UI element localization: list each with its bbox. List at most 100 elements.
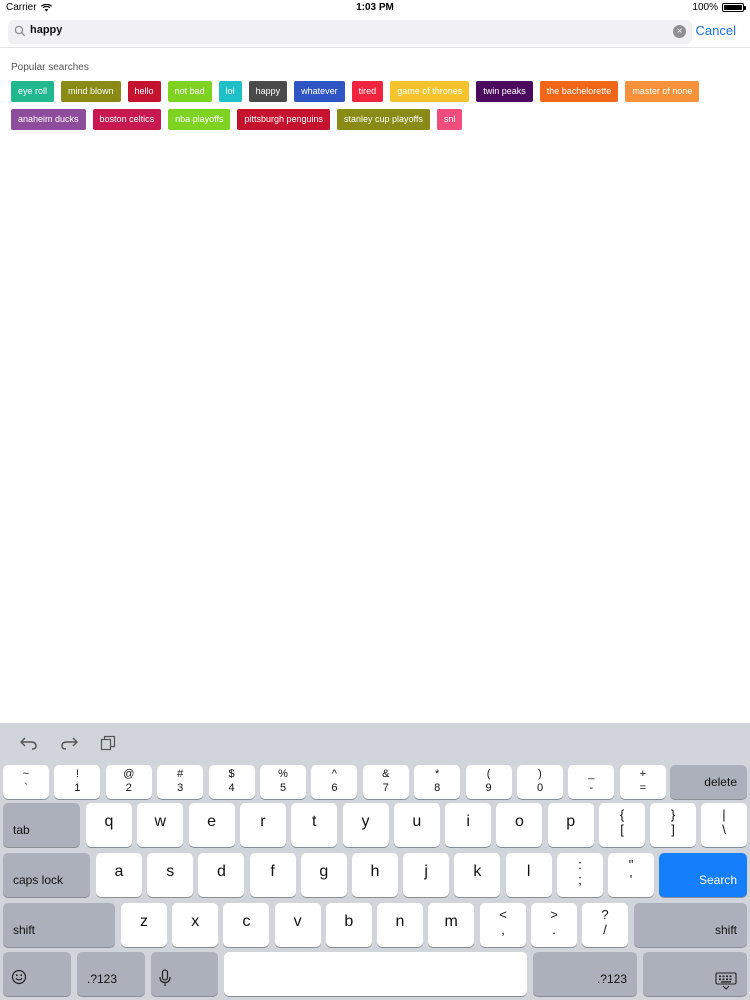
number-key[interactable]: $4 bbox=[208, 765, 255, 799]
symbol-key-label: }] bbox=[650, 807, 696, 837]
redo-icon[interactable] bbox=[60, 735, 78, 751]
key-m[interactable]: m bbox=[428, 903, 475, 947]
tab-key[interactable]: tab bbox=[3, 803, 80, 847]
search-bar: happy × Cancel bbox=[0, 16, 750, 48]
number-key-label: @2 bbox=[106, 769, 152, 794]
symbol-key[interactable]: :; bbox=[557, 853, 603, 897]
key-h[interactable]: h bbox=[352, 853, 398, 897]
key-bottom-char: 9 bbox=[485, 782, 492, 794]
number-key[interactable]: (9 bbox=[465, 765, 512, 799]
key-letter: m bbox=[444, 913, 458, 930]
search-tag[interactable]: game of thrones bbox=[390, 81, 470, 102]
key-k[interactable]: k bbox=[454, 853, 501, 897]
search-key[interactable]: Search bbox=[659, 853, 747, 897]
number-key[interactable]: * 8 bbox=[414, 765, 461, 799]
key-c[interactable]: c bbox=[223, 903, 270, 947]
search-tag[interactable]: pittsburgh penguins bbox=[237, 109, 331, 130]
number-key[interactable]: @2 bbox=[105, 765, 152, 799]
number-key[interactable]: ) 0 bbox=[517, 765, 563, 799]
search-tag[interactable]: lol bbox=[218, 81, 242, 102]
key-z[interactable]: z bbox=[121, 903, 167, 947]
symbol-key[interactable]: }] bbox=[650, 803, 696, 847]
key-n[interactable]: n bbox=[377, 903, 423, 947]
number-key-label: #3 bbox=[157, 769, 203, 794]
key-top-char: @ bbox=[123, 768, 135, 780]
search-tag[interactable]: tired bbox=[351, 81, 384, 102]
key-s[interactable]: s bbox=[147, 853, 194, 897]
shift-key-right[interactable]: shift bbox=[634, 903, 747, 947]
microphone-icon bbox=[159, 969, 171, 986]
key-top-char: > bbox=[550, 907, 558, 922]
key-top-char: < bbox=[499, 907, 507, 922]
symbol-key[interactable]: {[ bbox=[599, 803, 645, 847]
key-bottom-char: [ bbox=[620, 822, 624, 837]
key-j[interactable]: j bbox=[403, 853, 450, 897]
key-i[interactable]: i bbox=[445, 803, 492, 847]
key-o[interactable]: o bbox=[496, 803, 543, 847]
number-key[interactable]: #3 bbox=[157, 765, 204, 799]
search-tag[interactable]: stanley cup playoffs bbox=[337, 109, 430, 130]
numbers-key-left[interactable]: .?123 bbox=[77, 952, 145, 996]
symbol-key-label: <, bbox=[480, 907, 526, 937]
space-key[interactable] bbox=[224, 952, 527, 996]
number-key[interactable]: ! 1 bbox=[54, 765, 101, 799]
delete-key[interactable]: delete bbox=[670, 765, 747, 799]
search-tag[interactable]: nba playoffs bbox=[168, 109, 231, 130]
key-y[interactable]: y bbox=[342, 803, 389, 847]
key-g[interactable]: g bbox=[300, 853, 347, 897]
number-key[interactable]: + = bbox=[619, 765, 666, 799]
symbol-key[interactable]: ? / bbox=[582, 903, 628, 947]
key-v[interactable]: v bbox=[274, 903, 321, 947]
key-d[interactable]: d bbox=[198, 853, 245, 897]
key-l[interactable]: l bbox=[505, 853, 552, 897]
search-tag[interactable]: whatever bbox=[294, 81, 345, 102]
key-a[interactable]: a bbox=[96, 853, 142, 897]
cancel-button[interactable]: Cancel bbox=[696, 23, 736, 38]
number-key[interactable]: _ - bbox=[568, 765, 615, 799]
search-tag[interactable]: twin peaks bbox=[476, 81, 533, 102]
symbol-key[interactable]: | \ bbox=[701, 803, 747, 847]
numbers-key-right[interactable]: .?123 bbox=[533, 952, 637, 996]
key-w[interactable]: w bbox=[137, 803, 184, 847]
symbol-key[interactable]: >. bbox=[531, 903, 577, 947]
key-top-char: { bbox=[619, 807, 625, 822]
symbol-key[interactable]: <, bbox=[480, 903, 526, 947]
search-input[interactable]: happy × bbox=[8, 20, 692, 44]
clear-search-icon[interactable]: × bbox=[673, 25, 686, 38]
key-q[interactable]: q bbox=[86, 803, 132, 847]
caps-lock-key[interactable]: caps lock bbox=[3, 853, 90, 897]
key-p[interactable]: p bbox=[547, 803, 594, 847]
number-key[interactable]: % 5 bbox=[260, 765, 306, 799]
symbol-key-label: :; bbox=[557, 857, 603, 887]
dictation-key[interactable] bbox=[151, 952, 218, 996]
emoji-key[interactable] bbox=[3, 952, 71, 996]
key-bottom-char: 0 bbox=[536, 782, 544, 794]
key-u[interactable]: u bbox=[393, 803, 440, 847]
key-t[interactable]: t bbox=[291, 803, 338, 847]
key-x[interactable]: x bbox=[172, 903, 219, 947]
search-tag[interactable]: master of none bbox=[625, 81, 700, 102]
key-e[interactable]: e bbox=[188, 803, 235, 847]
key-b[interactable]: b bbox=[325, 903, 372, 947]
search-tag[interactable]: happy bbox=[248, 81, 288, 102]
paste-icon[interactable] bbox=[100, 735, 116, 751]
search-tag[interactable]: snl bbox=[436, 109, 463, 130]
key-top-char: ) bbox=[538, 768, 542, 780]
search-tag[interactable]: boston celtics bbox=[92, 109, 162, 130]
symbol-key[interactable]: " ' bbox=[608, 853, 654, 897]
numbers-right-label: .?123 bbox=[596, 972, 627, 986]
number-key[interactable]: ^ 6 bbox=[311, 765, 358, 799]
search-tag[interactable]: eye roll bbox=[11, 81, 55, 102]
search-tag[interactable]: not bad bbox=[167, 81, 212, 102]
search-tag[interactable]: mind blown bbox=[61, 81, 121, 102]
shift-key-left[interactable]: shift bbox=[3, 903, 115, 947]
search-tag[interactable]: the bachelorette bbox=[539, 81, 619, 102]
key-f[interactable]: f bbox=[249, 853, 296, 897]
search-tag[interactable]: hello bbox=[127, 81, 161, 102]
key-r[interactable]: r bbox=[239, 803, 286, 847]
number-key[interactable]: & 7 bbox=[362, 765, 409, 799]
search-tag[interactable]: anaheim ducks bbox=[11, 109, 86, 130]
dismiss-keyboard-key[interactable] bbox=[643, 952, 747, 996]
undo-icon[interactable] bbox=[20, 735, 38, 751]
number-key[interactable]: ~ ` bbox=[3, 765, 49, 799]
